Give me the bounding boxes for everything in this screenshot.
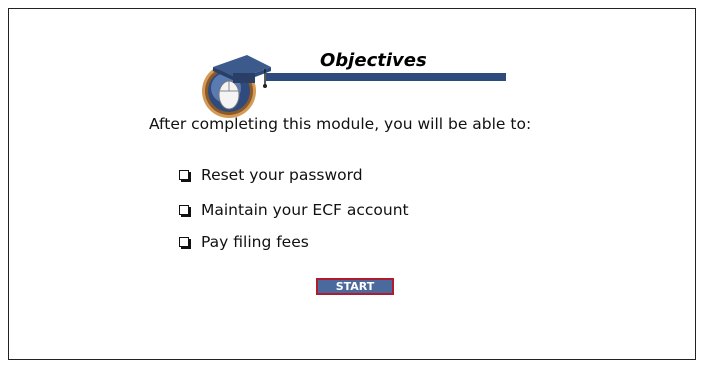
objective-item: Pay filing fees: [177, 233, 309, 251]
objective-item: Maintain your ECF account: [177, 201, 409, 219]
title-underline-bar: [266, 73, 506, 81]
intro-text: After completing this module, you will b…: [149, 115, 532, 133]
start-button[interactable]: START: [316, 278, 394, 295]
objective-label: Reset your password: [201, 166, 363, 184]
checkbox-icon: [179, 237, 189, 247]
checkbox-icon: [179, 205, 189, 215]
graduation-cap-mouse-icon: [195, 45, 275, 125]
objective-label: Pay filing fees: [201, 233, 309, 251]
objective-label: Maintain your ECF account: [201, 201, 409, 219]
slide-title: Objectives: [320, 50, 427, 71]
objective-item: Reset your password: [177, 166, 363, 184]
checkbox-icon: [179, 170, 189, 180]
